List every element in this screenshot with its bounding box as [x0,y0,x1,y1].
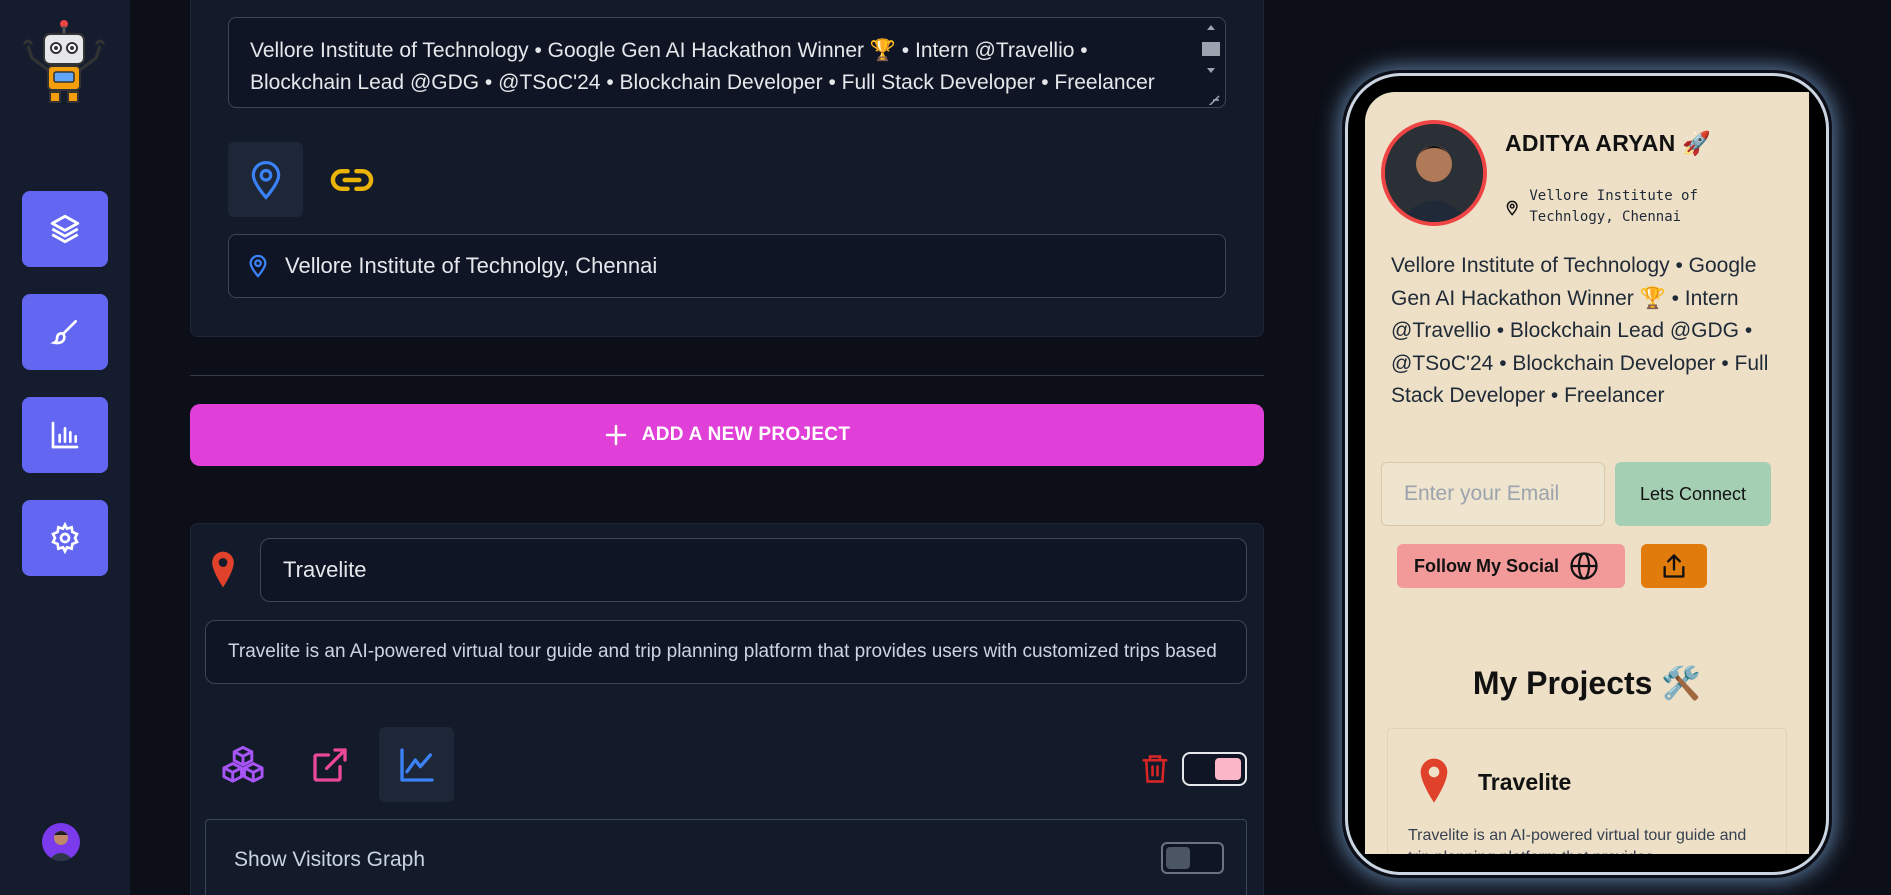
bio-textarea[interactable]: Vellore Institute of Technology • Google… [228,17,1226,108]
profile-name: ADITYA ARYAN 🚀 [1505,130,1712,156]
profile-avatar [1381,120,1487,226]
brush-icon [50,320,77,345]
sidebar-item-analytics[interactable] [22,397,108,473]
connect-label: Lets Connect [1639,483,1747,504]
location-input[interactable]: Vellore Institute of Technolgy, Chennai [228,234,1226,298]
trash-icon[interactable] [1140,752,1170,786]
project-preview-title: Travelite [1478,769,1572,795]
phone-preview: ADITYA ARYAN 🚀 Vellore Institute of Tech… [1345,73,1829,875]
scrollbar-arrows [1809,92,1810,854]
visitors-graph-label: Show Visitors Graph [234,848,426,871]
tab-external-link[interactable] [292,727,367,802]
textarea-scrollbar[interactable] [1199,20,1223,105]
add-project-label: ADD A NEW PROJECT [641,424,851,445]
avatar-icon [48,831,74,861]
connect-button[interactable]: Lets Connect [1615,462,1771,526]
tab-link[interactable] [314,142,389,217]
sidebar-item-settings[interactable] [22,500,108,576]
project-preview-card[interactable]: Travelite Travelite is an AI-powered vir… [1387,728,1787,854]
location-pin-icon [249,254,267,278]
project-name-value: Travelite [283,557,367,582]
phone-screen[interactable]: ADITYA ARYAN 🚀 Vellore Institute of Tech… [1365,92,1810,854]
layers-icon [50,214,80,244]
follow-label: Follow My Social [1414,555,1560,576]
project-preview-desc: Travelite is an AI-powered virtual tour … [1408,827,1747,854]
gear-icon [51,522,79,554]
map-pin-icon [1420,758,1448,803]
user-avatar[interactable] [42,823,80,861]
robot-logo-icon[interactable] [18,18,110,110]
tab-analytics[interactable] [379,727,454,802]
profile-photo-icon [1385,124,1483,222]
follow-social-button[interactable]: Follow My Social [1397,544,1625,588]
email-placeholder: Enter your Email [1404,482,1560,505]
location-value: Vellore Institute of Technolgy, Chennai [285,253,658,278]
project-description-value: Travelite is an AI-powered virtual tour … [228,641,1217,662]
toggle-knob [1166,847,1190,869]
tab-tech-stack[interactable] [205,727,280,802]
location-pin-icon [1506,200,1518,216]
globe-icon [1570,552,1598,580]
boxes-icon [221,745,264,783]
project-description-input[interactable]: Travelite is an AI-powered virtual tour … [205,620,1247,684]
share-icon [1663,554,1685,578]
tab-location[interactable] [228,142,303,217]
map-pin-icon[interactable] [210,549,236,589]
add-project-button[interactable]: ADD A NEW PROJECT [190,404,1264,466]
sidebar-item-layers[interactable] [22,191,108,267]
project-name-input[interactable]: Travelite [260,538,1247,602]
bio-text: Vellore Institute of Technology • Google… [250,39,1155,94]
visitors-graph-toggle[interactable] [1161,842,1224,874]
external-link-icon [312,747,347,782]
profile-location-text: Vellore Institute of Technlogy, Chennai [1529,188,1698,225]
email-input[interactable]: Enter your Email [1381,462,1605,526]
profile-bio: Vellore Institute of Technology • Google… [1391,254,1769,407]
line-chart-icon [399,747,434,782]
profile-location: Vellore Institute of Technlogy, Chennai [1505,186,1765,228]
location-pin-icon [251,160,280,200]
plus-icon [605,424,626,446]
toggle-knob [1215,758,1241,780]
link-icon [330,168,373,191]
sidebar-item-design[interactable] [22,294,108,370]
preview-scrollbar[interactable] [1809,92,1810,854]
share-button[interactable] [1641,544,1707,588]
projects-heading: My Projects 🛠️ [1472,665,1702,701]
bar-chart-icon [51,421,79,449]
app-root: Vellore Institute of Technology • Google… [0,0,1891,895]
visitors-graph-row: Show Visitors Graph [205,819,1247,895]
sidebar [0,0,130,895]
section-divider [190,375,1264,376]
project-visibility-toggle[interactable] [1182,752,1247,786]
